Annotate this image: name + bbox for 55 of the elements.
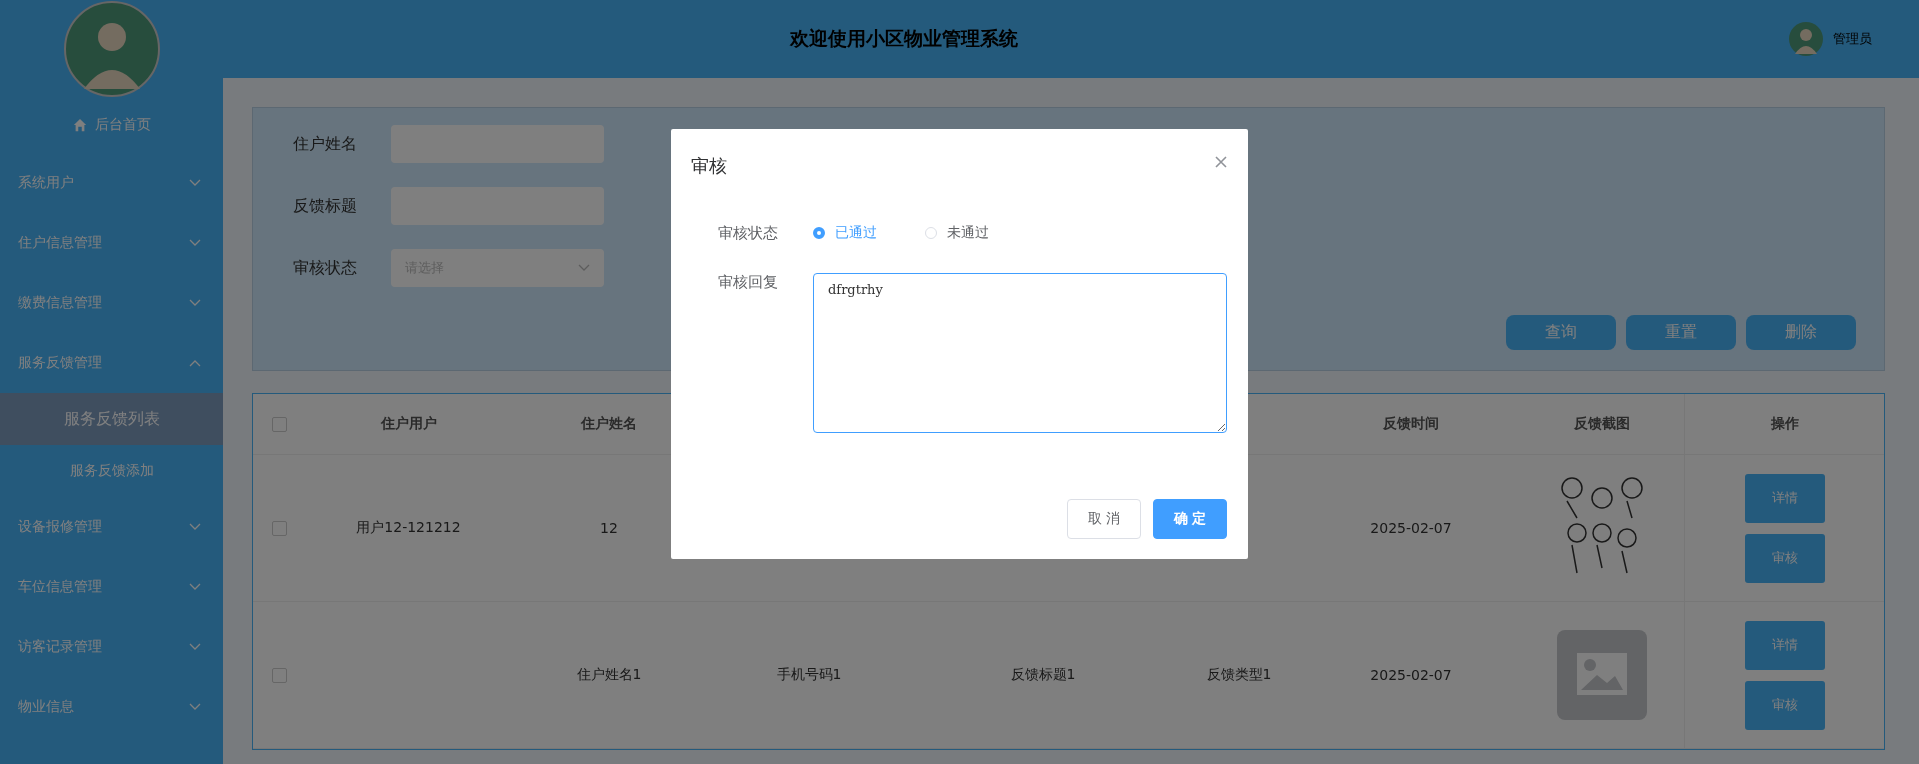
table-cell: 住户姓名1 <box>576 666 642 684</box>
user-avatar-icon <box>1789 22 1823 56</box>
form-label: 审核状态 <box>717 224 779 243</box>
close-icon[interactable] <box>1215 156 1227 168</box>
avatar-icon <box>63 1 160 97</box>
cancel-button[interactable]: 取 消 <box>1067 499 1141 539</box>
menu-item[interactable]: 缴费信息管理 <box>0 273 223 333</box>
table-cell: 反馈标题1 <box>1010 666 1076 684</box>
menu-item[interactable]: 服务反馈管理 <box>0 333 223 393</box>
home-icon <box>72 118 87 132</box>
menu-item[interactable]: 设备报修管理 <box>0 497 223 557</box>
menu-item[interactable]: 住户信息管理 <box>0 213 223 273</box>
row-action-button[interactable]: 详情 <box>1744 620 1825 670</box>
image-placeholder-icon <box>1556 630 1647 720</box>
column-header: 反馈截图 <box>1573 415 1630 433</box>
menu-item[interactable]: 访客记录管理 <box>0 617 223 677</box>
home-link[interactable]: 后台首页 <box>0 97 223 153</box>
chevron-icon <box>578 264 590 272</box>
table-cell: 反馈类型1 <box>1206 666 1272 684</box>
page-title: 欢迎使用小区物业管理系统 <box>790 26 1018 51</box>
table-cell: 2025-02-07 <box>1370 520 1452 536</box>
field-label: 反馈标题 <box>293 195 358 217</box>
menu-item[interactable]: 物业信息 <box>0 677 223 737</box>
column-header: 操作 <box>1770 415 1799 433</box>
dialog-title: 审核 <box>691 154 727 178</box>
checkbox[interactable] <box>272 520 287 536</box>
column-header: 反馈时间 <box>1383 415 1439 433</box>
table-cell: 手机号码1 <box>776 666 842 684</box>
row-action-button[interactable]: 审核 <box>1744 680 1825 730</box>
reply-textarea[interactable]: dfrgtrhy <box>813 273 1227 433</box>
radio-option[interactable]: 未通过 <box>925 224 989 242</box>
column-header: 住户用户 <box>380 415 437 433</box>
action-button[interactable]: 重置 <box>1626 315 1736 350</box>
form-label: 审核回复 <box>717 273 779 292</box>
submenu-item[interactable]: 服务反馈添加 <box>0 445 223 497</box>
confirm-button[interactable]: 确 定 <box>1153 499 1227 539</box>
menu-item[interactable]: 车位信息管理 <box>0 557 223 617</box>
input-field[interactable] <box>391 187 604 225</box>
submenu-item[interactable]: 服务反馈列表 <box>0 393 223 445</box>
row-action-button[interactable]: 审核 <box>1744 533 1825 583</box>
action-button[interactable]: 删除 <box>1746 315 1856 350</box>
table-cell: 用户12-121212 <box>356 519 461 537</box>
menu-item[interactable]: 系统用户 <box>0 153 223 213</box>
radio-option[interactable]: 已通过 <box>813 224 877 242</box>
action-button[interactable]: 查询 <box>1506 315 1616 350</box>
checkbox[interactable] <box>272 667 287 683</box>
checkbox[interactable] <box>272 416 287 432</box>
field-label: 审核状态 <box>293 257 358 279</box>
user-name: 管理员 <box>1833 30 1872 48</box>
field-label: 住户姓名 <box>293 133 358 155</box>
row-action-button[interactable]: 详情 <box>1744 473 1825 523</box>
table-cell: 12 <box>600 520 618 536</box>
column-header: 住户姓名 <box>581 415 637 433</box>
input-field[interactable] <box>391 125 604 163</box>
table-cell: 2025-02-07 <box>1370 667 1452 683</box>
